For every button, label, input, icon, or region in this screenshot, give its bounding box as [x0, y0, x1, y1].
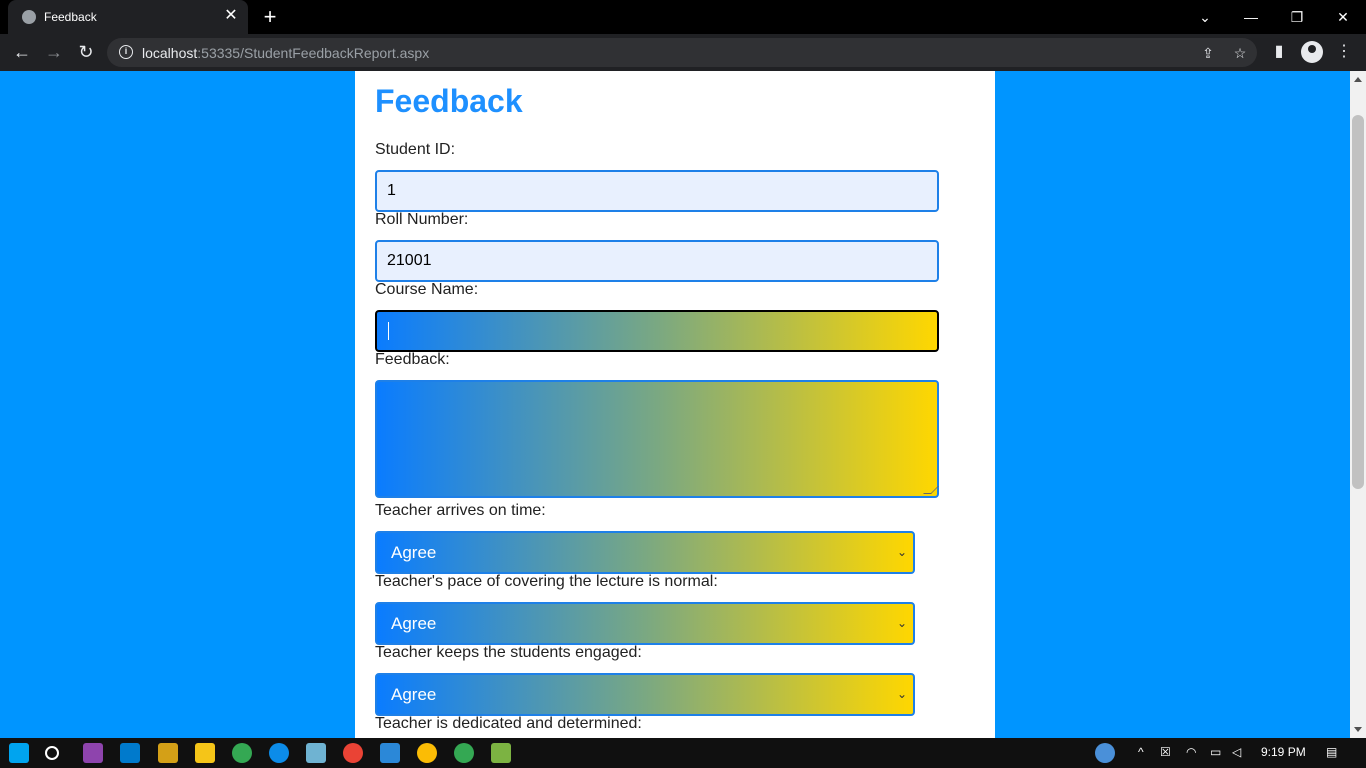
volume-icon[interactable]: ◁ [1232, 745, 1241, 759]
question-label-engaged: Teacher keeps the students engaged: [375, 644, 642, 661]
defender-icon[interactable]: ☒ [1160, 745, 1171, 759]
minimize-button[interactable]: — [1228, 2, 1274, 32]
bookmark-star-icon[interactable]: ☆ [1229, 42, 1251, 64]
browser-toolbar: ← → ↻ i localhost:53335/StudentFeedbackR… [0, 34, 1366, 71]
chevron-down-icon: ⌄ [896, 687, 907, 701]
student-id-input[interactable]: 1 [375, 170, 939, 212]
chrome-active-icon[interactable] [417, 743, 437, 763]
globe-icon [22, 10, 36, 24]
share-icon[interactable]: ⇪ [1197, 42, 1219, 64]
side-panel-icon[interactable]: ▮ [1266, 39, 1292, 65]
page-title: Feedback [375, 83, 523, 119]
notification-icon[interactable]: ▤ [1326, 745, 1337, 759]
forward-icon[interactable]: → [41, 39, 67, 65]
battery-icon[interactable]: ▭ [1210, 745, 1221, 759]
chrome-profile-icon[interactable] [454, 743, 474, 763]
text-caret [388, 322, 389, 340]
notepad-icon[interactable] [306, 743, 326, 763]
chrome-icon[interactable] [232, 743, 252, 763]
roll-number-input[interactable]: 21001 [375, 240, 939, 282]
arrives-on-time-select[interactable]: Agree ⌄ [375, 531, 915, 574]
feedback-form: Feedback Student ID: 1 Roll Number: 2100… [355, 71, 995, 738]
question-label-arrives-on-time: Teacher arrives on time: [375, 502, 546, 519]
back-icon[interactable]: ← [9, 39, 35, 65]
dosbox-icon[interactable] [158, 743, 178, 763]
weather-icon[interactable] [1095, 743, 1115, 763]
windows-start-icon[interactable] [9, 743, 29, 763]
student-id-label: Student ID: [375, 141, 456, 158]
show-hidden-icons[interactable]: ^ [1138, 745, 1144, 759]
roll-number-label: Roll Number: [375, 211, 469, 228]
search-icon[interactable] [45, 746, 59, 760]
restore-button[interactable]: ❐ [1274, 2, 1320, 32]
vscode-icon[interactable] [120, 743, 140, 763]
vertical-scrollbar[interactable] [1350, 71, 1366, 738]
tab-search-icon[interactable]: ⌄ [1182, 2, 1228, 32]
feedback-textarea[interactable] [375, 380, 939, 498]
scroll-up-icon[interactable] [1354, 77, 1362, 82]
app-icon[interactable] [491, 743, 511, 763]
clock[interactable]: 9:19 PM [1261, 745, 1306, 759]
taskbar: ^ ☒ ◠ ▭ ◁ 9:19 PM ▤ [0, 738, 1366, 768]
course-name-input[interactable] [375, 310, 939, 352]
question-label-dedicated: Teacher is dedicated and determined: [375, 715, 642, 732]
question-label-pace: Teacher's pace of covering the lecture i… [375, 573, 718, 590]
browser-tab[interactable]: Feedback ✕ [8, 0, 248, 34]
resize-handle[interactable] [923, 486, 939, 494]
info-icon[interactable]: i [119, 45, 133, 59]
scroll-thumb[interactable] [1352, 115, 1364, 489]
feedback-label: Feedback: [375, 351, 450, 368]
scroll-down-icon[interactable] [1354, 727, 1362, 732]
url-text[interactable]: localhost:53335/StudentFeedbackReport.as… [142, 45, 429, 61]
chevron-down-icon: ⌄ [896, 545, 907, 559]
engaged-select[interactable]: Agree ⌄ [375, 673, 915, 716]
file-explorer-icon[interactable] [195, 743, 215, 763]
tab-bar: Feedback ✕ + ⌄ — ❐ ✕ [0, 0, 1366, 34]
pace-select[interactable]: Agree ⌄ [375, 602, 915, 645]
profile-avatar[interactable] [1301, 41, 1323, 63]
close-tab-icon[interactable]: ✕ [222, 7, 240, 25]
page-viewport: Feedback Student ID: 1 Roll Number: 2100… [0, 71, 1350, 738]
chrome-canary-icon[interactable] [343, 743, 363, 763]
tab-title: Feedback [44, 10, 97, 24]
visual-studio-icon[interactable] [83, 743, 103, 763]
reload-icon[interactable]: ↻ [73, 39, 99, 65]
menu-icon[interactable]: ⋮ [1331, 39, 1357, 65]
wifi-icon[interactable]: ◠ [1186, 745, 1196, 759]
photos-icon[interactable] [380, 743, 400, 763]
course-name-label: Course Name: [375, 281, 479, 298]
close-window-button[interactable]: ✕ [1320, 2, 1366, 32]
new-tab-button[interactable]: + [259, 4, 281, 30]
edge-icon[interactable] [269, 743, 289, 763]
chevron-down-icon: ⌄ [896, 616, 907, 630]
address-bar[interactable]: i localhost:53335/StudentFeedbackReport.… [107, 38, 1257, 67]
